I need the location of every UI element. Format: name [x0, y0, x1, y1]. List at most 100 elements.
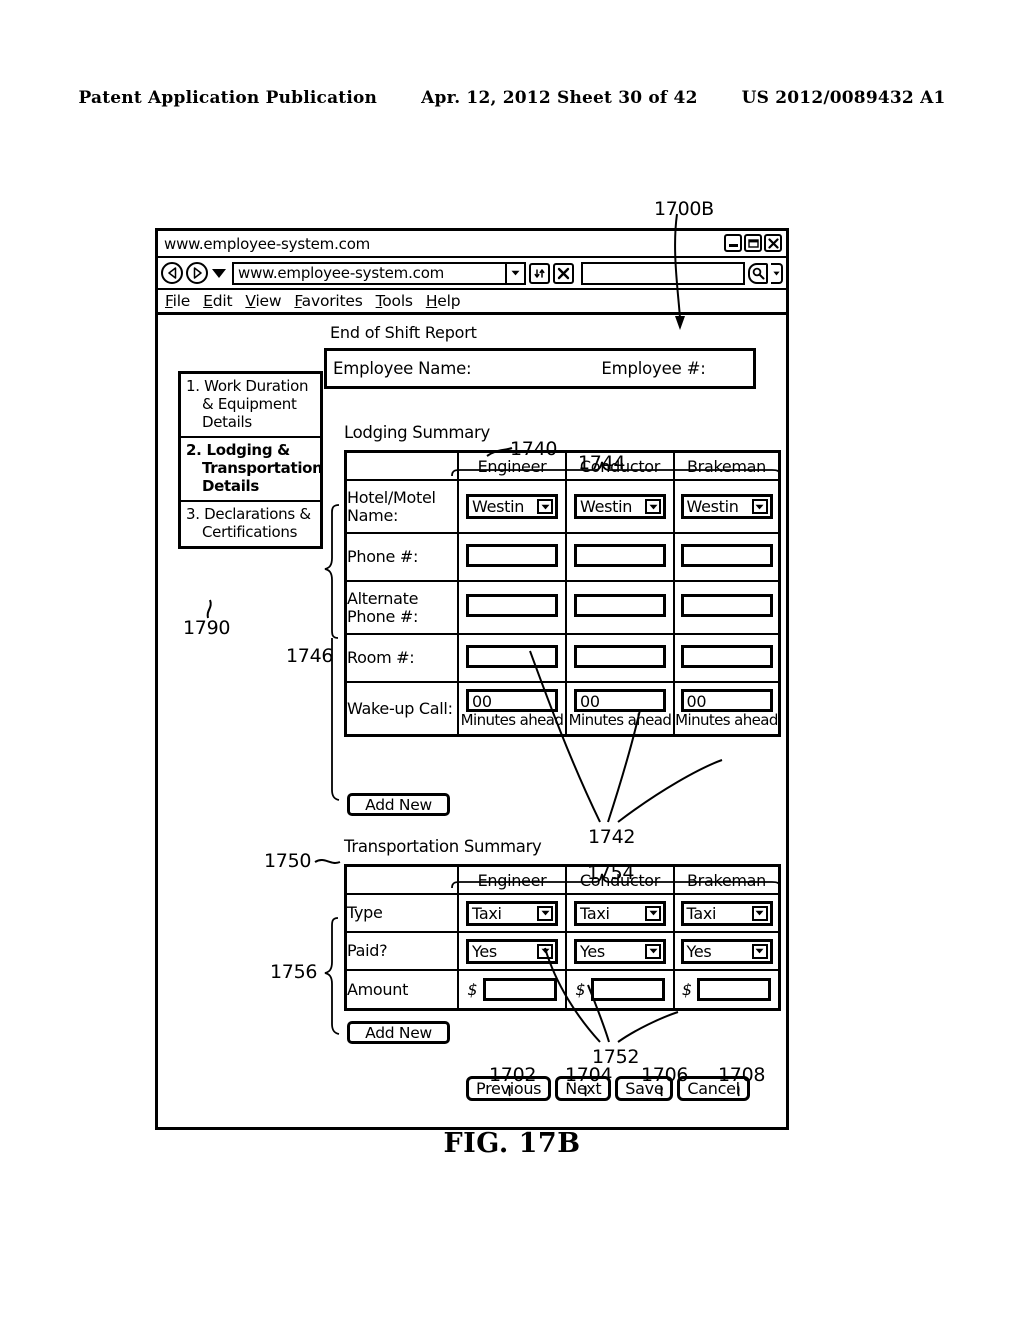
refresh-icon[interactable]	[529, 262, 550, 284]
patent-number-label: US 2012/0089432 A1	[741, 88, 946, 108]
hotel-select-engineer[interactable]: Westin	[466, 494, 558, 519]
minimize-icon[interactable]	[724, 234, 742, 252]
lodging-row-label-alt-phone: Alternate Phone #:	[347, 580, 459, 635]
transportation-col-conductor: Conductor	[565, 867, 675, 895]
table-row: Room #:	[347, 633, 778, 683]
close-icon[interactable]	[764, 234, 782, 252]
amount-input-conductor[interactable]	[590, 978, 665, 1001]
cancel-button[interactable]: Cancel	[677, 1076, 750, 1101]
type-select-engineer-value: Taxi	[472, 903, 502, 923]
type-select-brakeman[interactable]: Taxi	[680, 900, 773, 926]
sidebar-item-label: 1. Work Duration & Equipment Details	[186, 377, 309, 431]
form-action-buttons: Previous Next Save Cancel	[466, 1076, 750, 1101]
wakeup-input-brakeman[interactable]: 00	[680, 689, 773, 712]
next-button[interactable]: Next	[555, 1076, 612, 1101]
transportation-row-label-type: Type	[347, 893, 459, 933]
chevron-down-icon[interactable]	[537, 905, 553, 921]
table-row: Phone #:	[347, 532, 778, 582]
lodging-room-brakeman-cell	[673, 633, 778, 683]
chevron-down-icon[interactable]	[751, 905, 768, 921]
previous-button[interactable]: Previous	[466, 1076, 552, 1101]
restore-icon[interactable]	[744, 234, 762, 252]
transportation-amount-brakeman-cell: $	[673, 969, 778, 1008]
sidebar-item-label: 2. Lodging & Transportation Details	[186, 441, 323, 495]
hotel-select-conductor-value: Westin	[580, 497, 633, 516]
ref-1700B: 1700B	[654, 198, 714, 220]
lodging-add-new-button[interactable]: Add New	[347, 793, 450, 816]
lodging-phone-brakeman-cell	[673, 532, 778, 582]
publication-label: Patent Application Publication	[78, 88, 378, 108]
wakeup-sublabel-conductor: Minutes ahead	[568, 711, 672, 729]
chevron-down-icon[interactable]	[751, 499, 768, 514]
address-bar: www.employee-system.com	[158, 258, 786, 290]
browser-window: www.employee-system.com www.employee-sys…	[155, 228, 789, 1130]
table-row: Hotel/Motel Name: Westin Westin Westin	[347, 479, 778, 534]
transportation-add-new-button[interactable]: Add New	[347, 1021, 450, 1044]
history-chevron-down-icon[interactable]	[212, 268, 226, 278]
room-input-engineer[interactable]	[466, 644, 558, 668]
menu-item-edit[interactable]: Edit	[203, 292, 232, 310]
save-button[interactable]: Save	[615, 1076, 674, 1101]
window-controls	[724, 234, 782, 252]
hotel-select-brakeman[interactable]: Westin	[680, 494, 773, 519]
chevron-down-icon[interactable]	[537, 499, 553, 514]
paid-select-engineer-value: Yes	[472, 941, 497, 961]
chevron-down-icon[interactable]	[751, 943, 768, 959]
room-input-conductor[interactable]	[574, 644, 666, 668]
alt-phone-input-engineer[interactable]	[466, 594, 558, 617]
chevron-down-icon[interactable]	[537, 943, 553, 959]
paid-select-engineer[interactable]: Yes	[466, 938, 558, 964]
page-content: End of Shift Report Employee Name: Emplo…	[158, 315, 786, 1127]
menu-bar: File Edit View Favorites Tools Help	[158, 290, 786, 315]
hotel-select-engineer-value: Westin	[472, 497, 525, 516]
patent-page-header: Patent Application Publication Apr. 12, 2…	[0, 88, 1024, 108]
phone-input-brakeman[interactable]	[680, 543, 773, 567]
hotel-select-conductor[interactable]: Westin	[574, 494, 666, 519]
type-select-engineer[interactable]: Taxi	[466, 900, 558, 926]
paid-select-brakeman[interactable]: Yes	[680, 938, 773, 964]
chevron-down-icon[interactable]	[645, 499, 661, 514]
magnifier-icon[interactable]	[748, 262, 768, 284]
lodging-wakeup-engineer-cell: 00 Minutes ahead	[457, 681, 567, 734]
lodging-room-conductor-cell	[565, 633, 675, 683]
alt-phone-input-brakeman[interactable]	[680, 594, 773, 617]
wakeup-input-conductor[interactable]: 00	[574, 689, 666, 712]
menu-item-tools[interactable]: Tools	[376, 292, 413, 310]
lodging-wakeup-brakeman-cell: 00 Minutes ahead	[673, 681, 778, 734]
back-arrow-icon[interactable]	[161, 262, 183, 284]
menu-item-file[interactable]: File	[165, 292, 190, 310]
paid-select-conductor[interactable]: Yes	[574, 938, 666, 964]
lodging-col-engineer: Engineer	[457, 453, 567, 481]
amount-input-brakeman[interactable]	[697, 978, 772, 1001]
wakeup-input-engineer[interactable]: 00	[466, 689, 558, 712]
stop-icon[interactable]	[553, 262, 574, 284]
sidebar-item-work-duration[interactable]: 1. Work Duration & Equipment Details	[181, 374, 320, 438]
sidebar-item-label: 3. Declarations & Certifications	[186, 505, 311, 541]
lodging-row-label-room: Room #:	[347, 633, 459, 683]
phone-input-engineer[interactable]	[466, 543, 558, 567]
amount-input-engineer[interactable]	[482, 978, 557, 1001]
lodging-altphone-engineer-cell	[457, 580, 567, 635]
forward-arrow-icon[interactable]	[186, 262, 208, 284]
search-chevron-down-icon[interactable]	[771, 262, 783, 284]
transportation-col-engineer: Engineer	[457, 867, 567, 895]
menu-item-favorites[interactable]: Favorites	[294, 292, 362, 310]
phone-input-conductor[interactable]	[574, 543, 666, 567]
window-title: www.employee-system.com	[164, 234, 371, 253]
lodging-corner-cell	[347, 453, 459, 481]
room-input-brakeman[interactable]	[680, 644, 773, 668]
sidebar-item-lodging-transportation[interactable]: 2. Lodging & Transportation Details	[181, 438, 323, 502]
search-input[interactable]	[581, 261, 745, 285]
alt-phone-input-conductor[interactable]	[574, 594, 666, 617]
menu-item-view[interactable]: View	[245, 292, 281, 310]
menu-item-help[interactable]: Help	[426, 292, 461, 310]
url-chevron-down-icon[interactable]	[505, 263, 524, 283]
figure-caption: FIG. 17B	[443, 1128, 581, 1159]
date-sheet-label: Apr. 12, 2012 Sheet 30 of 42	[421, 88, 698, 108]
chevron-down-icon[interactable]	[645, 943, 661, 959]
url-input[interactable]: www.employee-system.com	[232, 261, 526, 285]
type-select-conductor[interactable]: Taxi	[574, 900, 666, 926]
transportation-paid-conductor-cell: Yes	[565, 931, 675, 971]
sidebar-item-declarations[interactable]: 3. Declarations & Certifications	[181, 502, 320, 546]
chevron-down-icon[interactable]	[645, 905, 661, 921]
